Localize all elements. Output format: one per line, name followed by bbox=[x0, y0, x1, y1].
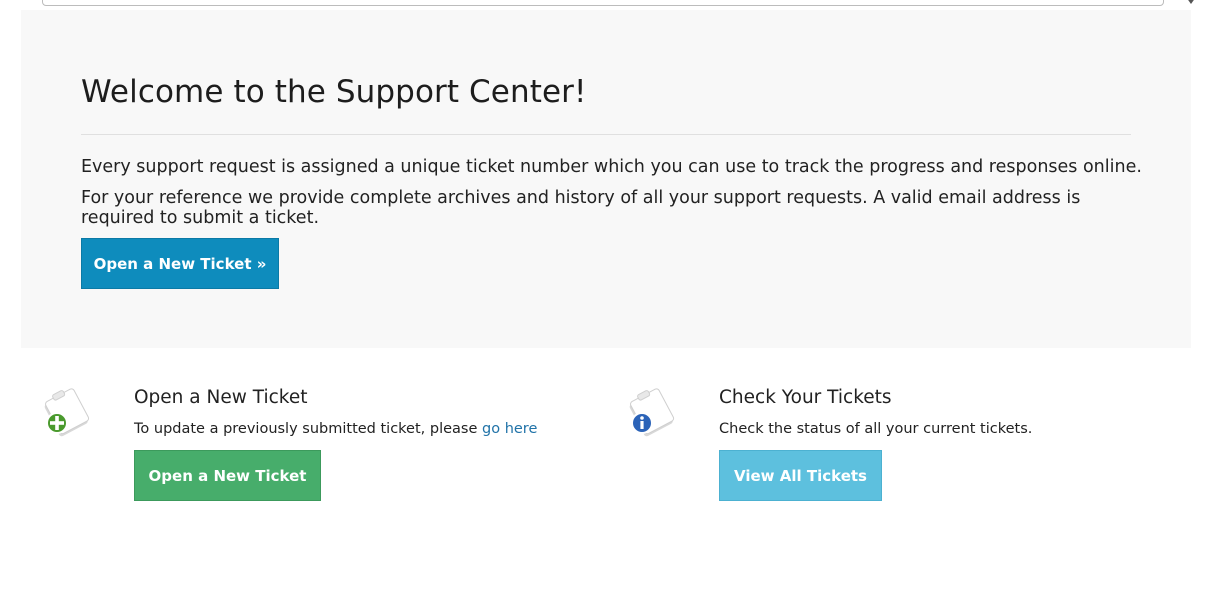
browser-toolbar bbox=[0, 0, 1210, 10]
open-ticket-title: Open a New Ticket bbox=[134, 387, 308, 408]
welcome-banner: Welcome to the Support Center! Every sup… bbox=[21, 10, 1191, 348]
title-divider bbox=[81, 134, 1131, 135]
open-ticket-description: To update a previously submitted ticket,… bbox=[134, 421, 537, 437]
new-ticket-icon bbox=[44, 388, 90, 437]
check-tickets-title: Check Your Tickets bbox=[719, 387, 892, 408]
page-title: Welcome to the Support Center! bbox=[81, 74, 587, 110]
dropdown-arrow-icon[interactable] bbox=[1186, 0, 1196, 4]
ticket-info-icon bbox=[629, 388, 675, 437]
archive-paragraph: For your reference we provide complete a… bbox=[81, 188, 1081, 228]
view-all-tickets-button[interactable]: View All Tickets bbox=[719, 450, 882, 501]
go-here-link[interactable]: go here bbox=[482, 421, 537, 437]
open-new-ticket-primary-button[interactable]: Open a New Ticket » bbox=[81, 238, 279, 289]
address-bar[interactable] bbox=[42, 0, 1164, 6]
intro-paragraph: Every support request is assigned a uniq… bbox=[81, 157, 1142, 177]
open-new-ticket-button[interactable]: Open a New Ticket bbox=[134, 450, 321, 501]
open-ticket-text: To update a previously submitted ticket,… bbox=[134, 421, 478, 437]
check-tickets-description: Check the status of all your current tic… bbox=[719, 421, 1033, 437]
